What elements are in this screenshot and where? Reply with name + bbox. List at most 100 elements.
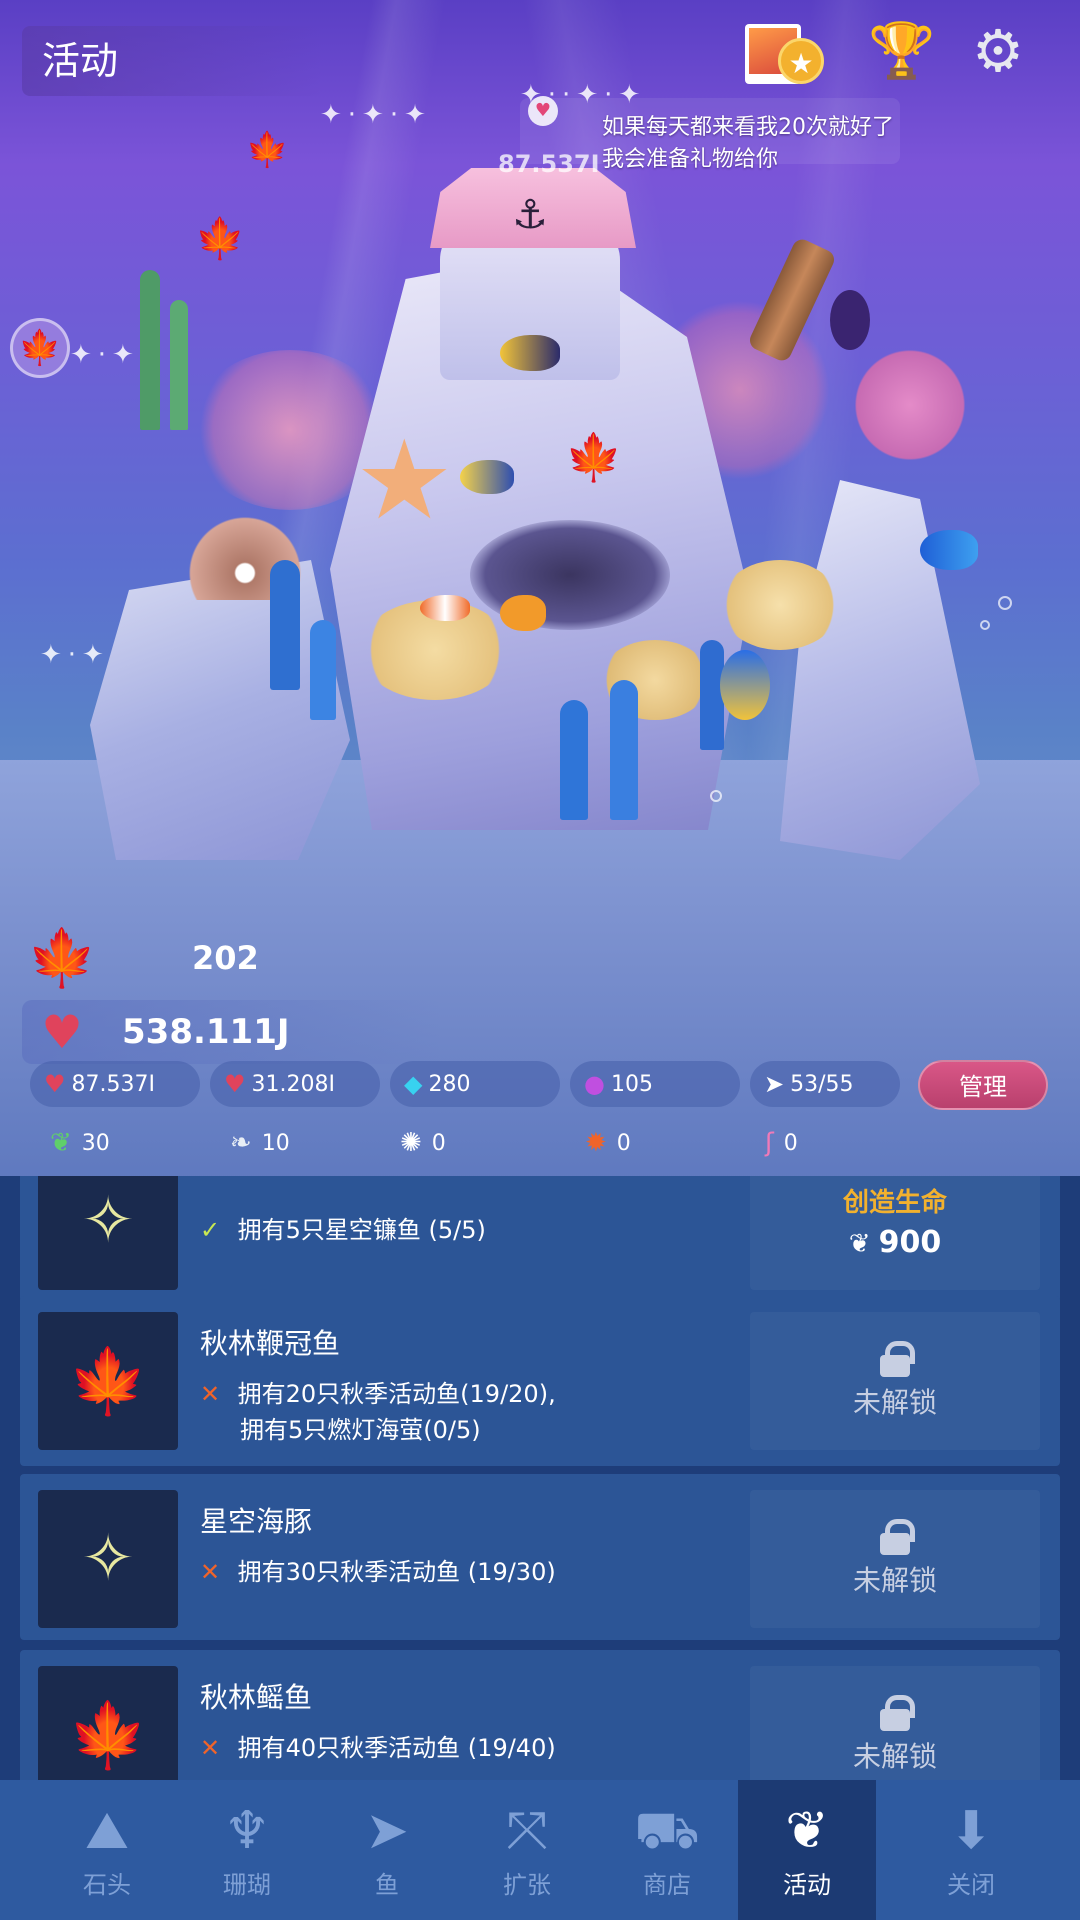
urchin-icon: ✺	[400, 1128, 422, 1158]
resource-value: 30	[81, 1130, 110, 1156]
lock-icon	[880, 1519, 915, 1555]
fish[interactable]	[920, 530, 978, 570]
fish-thumbnail: ✧	[38, 1490, 178, 1628]
list-item[interactable]: 🍁 秋林鳐鱼 ✕ 拥有40只秋季活动鱼 (19/40) 未解锁	[20, 1650, 1060, 1780]
requirement: ✕ 拥有40只秋季活动鱼 (19/40)	[200, 1730, 556, 1766]
shell-icon: ❧	[230, 1128, 252, 1158]
fish[interactable]	[830, 290, 870, 350]
medal-icon[interactable]: ★	[778, 38, 824, 84]
nav-label: 商店	[643, 1870, 691, 1899]
nav-shop[interactable]: ⛟ 商店	[598, 1780, 736, 1920]
nav-label: 鱼	[375, 1870, 399, 1899]
close-down-icon: ⬇	[949, 1800, 993, 1861]
fish-name: 秋林鞭冠鱼	[200, 1327, 341, 1360]
fish[interactable]	[720, 650, 770, 720]
clownfish[interactable]	[420, 595, 470, 621]
manage-button[interactable]: 管理	[918, 1060, 1048, 1110]
maple-leaf-icon[interactable]: 🍁	[565, 430, 622, 485]
crab-icon: ✹	[585, 1128, 607, 1158]
timed-rate-badge: ♥ 31.208I	[210, 1061, 380, 1107]
create-life-label: 创造生命	[842, 1188, 947, 1218]
maple-leaf-icon[interactable]: 🍁	[195, 215, 245, 262]
seaweed	[140, 270, 160, 430]
maple-leaf-icon: ❦	[848, 1229, 871, 1259]
cross-icon: ✕	[200, 1734, 221, 1762]
fish-icon: ➤	[365, 1800, 409, 1861]
nav-expand[interactable]: ⤧ 扩张	[458, 1780, 596, 1920]
fish-thumbnail: 🍁	[38, 1312, 178, 1450]
nav-label: 石头	[83, 1870, 131, 1899]
bubble	[980, 620, 990, 630]
list-item[interactable]: ✧ 星空海豚 ✕ 拥有30只秋季活动鱼 (19/30) 未解锁	[20, 1474, 1060, 1640]
constellation-fish: ✦·✦	[70, 340, 140, 370]
maple-leaf-icon: ❦	[785, 1800, 829, 1861]
nav-label: 关闭	[947, 1870, 995, 1899]
heart-timer-icon: ♥	[224, 1070, 246, 1098]
requirement-text: 拥有5只燃灯海萤(0/5)	[240, 1416, 481, 1444]
fish-name: 星空海豚	[200, 1505, 313, 1538]
pearl-badge[interactable]: ● 105	[570, 1061, 740, 1107]
pearl-icon: ●	[584, 1070, 605, 1098]
tap-rate-value: 87.537I	[71, 1071, 155, 1097]
requirement: ✕ 拥有20只秋季活动鱼(19/20), 拥有5只燃灯海萤(0/5)	[200, 1376, 556, 1448]
resource-seaweed: ❦ 30	[50, 1118, 110, 1168]
nav-label: 珊瑚	[223, 1870, 271, 1899]
fish-thumbnail: ✧	[38, 1176, 178, 1290]
resource-value: 0	[783, 1130, 798, 1156]
resource-value: 10	[261, 1130, 290, 1156]
locked-label: 未解锁	[852, 1564, 937, 1597]
list-item[interactable]: 🍁 秋林鞭冠鱼 ✕ 拥有20只秋季活动鱼(19/20), 拥有5只燃灯海萤(0/…	[20, 1296, 1060, 1466]
cross-icon: ✕	[200, 1558, 221, 1586]
nav-fish[interactable]: ➤ 鱼	[318, 1780, 456, 1920]
resource-value: 0	[616, 1130, 631, 1156]
resource-crab: ✹ 0	[585, 1118, 631, 1168]
locked-button[interactable]: 未解锁	[750, 1666, 1040, 1780]
starfish: ★	[355, 416, 454, 544]
anchor-icon: ⚓	[512, 192, 548, 238]
list-item[interactable]: ✧ ✓ 拥有5只星空镰鱼 (5/5) 创造生命 ❦ 900	[20, 1176, 1060, 1302]
requirement-text: 拥有5只星空镰鱼 (5/5)	[237, 1216, 486, 1244]
flamingo-icon: ʃ	[765, 1128, 774, 1158]
gem-badge[interactable]: ◆ 280	[390, 1061, 560, 1107]
leaf-count-value: 202	[192, 939, 259, 977]
nav-rock[interactable]: ⛰ 石头	[38, 1780, 176, 1920]
create-life-button[interactable]: 创造生命 ❦ 900	[750, 1176, 1040, 1290]
fish-thumbnail: 🍁	[38, 1666, 178, 1780]
resource-flamingo: ʃ 0	[765, 1118, 798, 1168]
resource-urchin: ✺ 0	[400, 1118, 446, 1168]
fish-name: 秋林鳐鱼	[200, 1681, 313, 1714]
fish-count-value: 53/55	[790, 1071, 854, 1097]
event-fish-list[interactable]: ✧ ✓ 拥有5只星空镰鱼 (5/5) 创造生命 ❦ 900 🍁 秋林鞭冠鱼 ✕ 拥…	[0, 1176, 1080, 1780]
fish-icon: ➤	[764, 1070, 785, 1098]
timed-rate-value: 31.208I	[251, 1071, 335, 1097]
trophy-icon[interactable]: 🏆	[868, 24, 935, 78]
locked-button[interactable]: 未解锁	[750, 1490, 1040, 1628]
blue-coral	[270, 560, 300, 690]
nav-event[interactable]: ❦ 活动	[738, 1780, 876, 1920]
heart-count-value: 538.111J	[122, 1012, 290, 1052]
lock-icon	[880, 1341, 915, 1377]
gear-icon[interactable]: ⚙	[972, 22, 1024, 80]
maple-leaf-bubble-button[interactable]: 🍁	[10, 318, 70, 378]
blue-coral	[610, 680, 638, 820]
seaweed	[170, 300, 188, 430]
nav-close[interactable]: ⬇ 关闭	[902, 1780, 1040, 1920]
speech-line: 如果每天都来看我20次就好了	[602, 115, 894, 140]
fish[interactable]	[500, 335, 560, 371]
check-icon: ✓	[200, 1216, 221, 1244]
bubble	[998, 596, 1012, 610]
blue-coral	[560, 700, 588, 820]
locked-button[interactable]: 未解锁	[750, 1312, 1040, 1450]
nav-coral[interactable]: ♆ 珊瑚	[178, 1780, 316, 1920]
pearl-value: 105	[610, 1071, 653, 1097]
fish[interactable]	[500, 595, 546, 631]
resource-shell: ❧ 10	[230, 1118, 290, 1168]
fish[interactable]	[460, 460, 514, 494]
page-title: 活动	[22, 26, 322, 96]
requirement-text: 拥有20只秋季活动鱼(19/20),	[237, 1380, 556, 1408]
maple-leaf-icon[interactable]: 🍁	[246, 130, 288, 170]
lock-icon	[880, 1695, 915, 1731]
seaweed-icon: ❦	[50, 1128, 72, 1158]
rock-icon: ⛰	[85, 1800, 129, 1861]
sponge-coral	[720, 560, 840, 650]
